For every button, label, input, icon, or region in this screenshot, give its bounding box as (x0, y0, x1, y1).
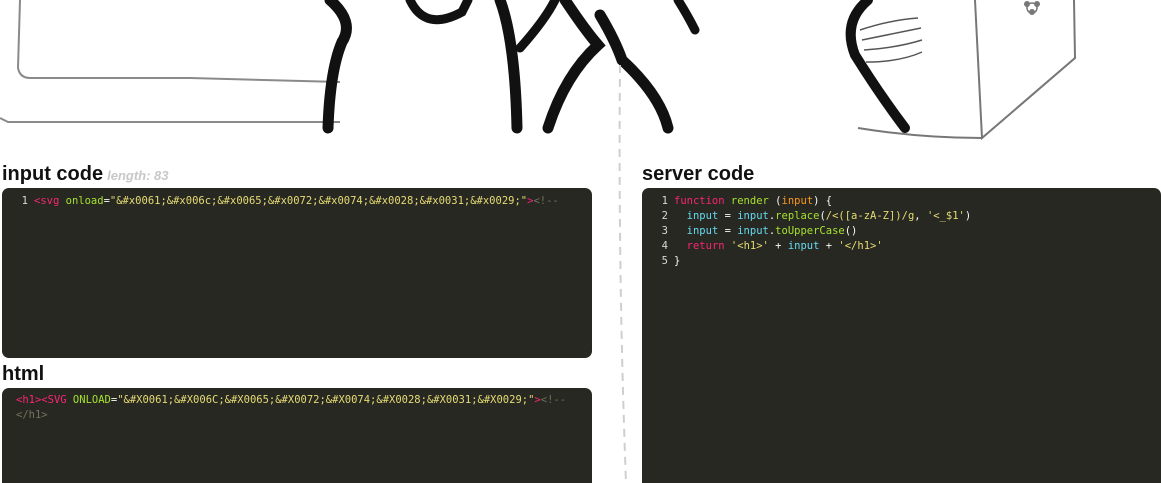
code-token: ) (964, 210, 972, 222)
code-line: 1 function render (input) { (642, 194, 1161, 209)
code-token: + (819, 240, 839, 252)
code-token: toUpperCase (775, 225, 845, 237)
code-token: </h1> (16, 409, 48, 421)
server-code-title: server code (642, 163, 755, 185)
code-line: 3 input = input.toUpperCase() (642, 224, 1161, 239)
line-number: 2 (661, 210, 668, 222)
code-token: '</h1>' (838, 240, 883, 252)
page: input code length: 83 1 <svg onload="&#x00… (0, 0, 1161, 483)
code-token: '<h1>' (730, 240, 769, 252)
code-token: , (914, 210, 927, 222)
code-token: () (844, 225, 858, 237)
line-number: 1 (661, 195, 668, 207)
code-token: <!-- (540, 394, 567, 406)
code-line: 5} (642, 254, 1161, 269)
code-token: replace (775, 210, 820, 222)
html-output-body: <h1><SVG ONLOAD="&#X0061;&#X006C;&#X0065… (2, 388, 592, 423)
html-heading: html (2, 363, 44, 385)
code-token: } (674, 255, 681, 267)
code-token: return (686, 240, 725, 252)
code-text: input = input.toUpperCase() (674, 224, 858, 239)
code-token: ) { (813, 195, 833, 207)
code-token: input (781, 195, 814, 207)
code-token: render (730, 195, 769, 207)
server-code-panel: 1 function render (input) {2 input = inpu… (642, 188, 1161, 483)
input-code-title: input code (2, 163, 104, 185)
code-line: 4 return '<h1>' + input + '</h1>' (642, 239, 1161, 254)
code-token: <!-- (533, 195, 559, 207)
code-token: "&#x0061;&#x006c;&#x0065;&#x0072;&#x0074… (109, 195, 528, 207)
code-token: input (737, 210, 769, 222)
input-length-label: length: 83 (107, 168, 169, 183)
code-token: onload (65, 195, 104, 207)
code-line: </h1> (16, 408, 592, 423)
code-token: ( (768, 195, 782, 207)
line-number: 3 (661, 225, 668, 237)
code-token: /<([a-zA-Z])/g (825, 210, 915, 222)
code-token: + (768, 240, 788, 252)
code-token: input (686, 210, 719, 222)
code-text: return '<h1>' + input + '</h1>' (674, 239, 883, 254)
server-code-body: 1 function render (input) {2 input = inpu… (642, 188, 1161, 269)
code-text: function render (input) { (674, 194, 832, 209)
code-text: input = input.replace(/<([a-zA-Z])/g, '<… (674, 209, 972, 224)
code-token: <SVG (41, 394, 67, 406)
code-token: input (737, 225, 769, 237)
code-token: input (686, 225, 719, 237)
code-line: 1 <svg onload="&#x0061;&#x006c;&#x0065;&#… (2, 194, 592, 209)
code-token: '<_$1' (926, 210, 965, 222)
cartoon-characters-illustration (0, 0, 1077, 141)
code-line: <h1><SVG ONLOAD="&#X0061;&#X006C;&#X0065… (16, 393, 592, 408)
code-text: <svg onload="&#x0061;&#x006c;&#x0065;&#x… (34, 194, 559, 209)
code-token: <h1> (16, 394, 42, 406)
code-token: ONLOAD (72, 394, 111, 406)
code-text: </h1> (16, 409, 48, 421)
input-code-editor[interactable]: 1 <svg onload="&#x0061;&#x006c;&#x0065;&#… (2, 188, 592, 358)
code-text: <h1><SVG ONLOAD="&#X0061;&#X006C;&#X0065… (16, 394, 566, 406)
code-text: } (674, 254, 680, 269)
code-token: "&#X0061;&#X006C;&#X0065;&#X0072;&#X0074… (117, 394, 535, 406)
html-title: html (2, 363, 45, 385)
code-token: input (787, 240, 820, 252)
code-token: function (674, 195, 725, 207)
code-token: svg (40, 195, 60, 207)
input-code-heading: input code length: 83 (2, 163, 169, 187)
code-line: 2 input = input.replace(/<([a-zA-Z])/g, … (642, 209, 1161, 224)
line-number: 5 (661, 255, 668, 267)
input-code-body[interactable]: 1 <svg onload="&#x0061;&#x006c;&#x0065;&#… (2, 188, 592, 209)
code-token: = (718, 210, 738, 222)
line-number: 1 (21, 195, 28, 207)
server-code-heading: server code (642, 163, 754, 185)
line-number: 4 (661, 240, 668, 252)
code-token: = (718, 225, 738, 237)
html-output-panel: <h1><SVG ONLOAD="&#X0061;&#X006C;&#X0065… (2, 388, 592, 483)
